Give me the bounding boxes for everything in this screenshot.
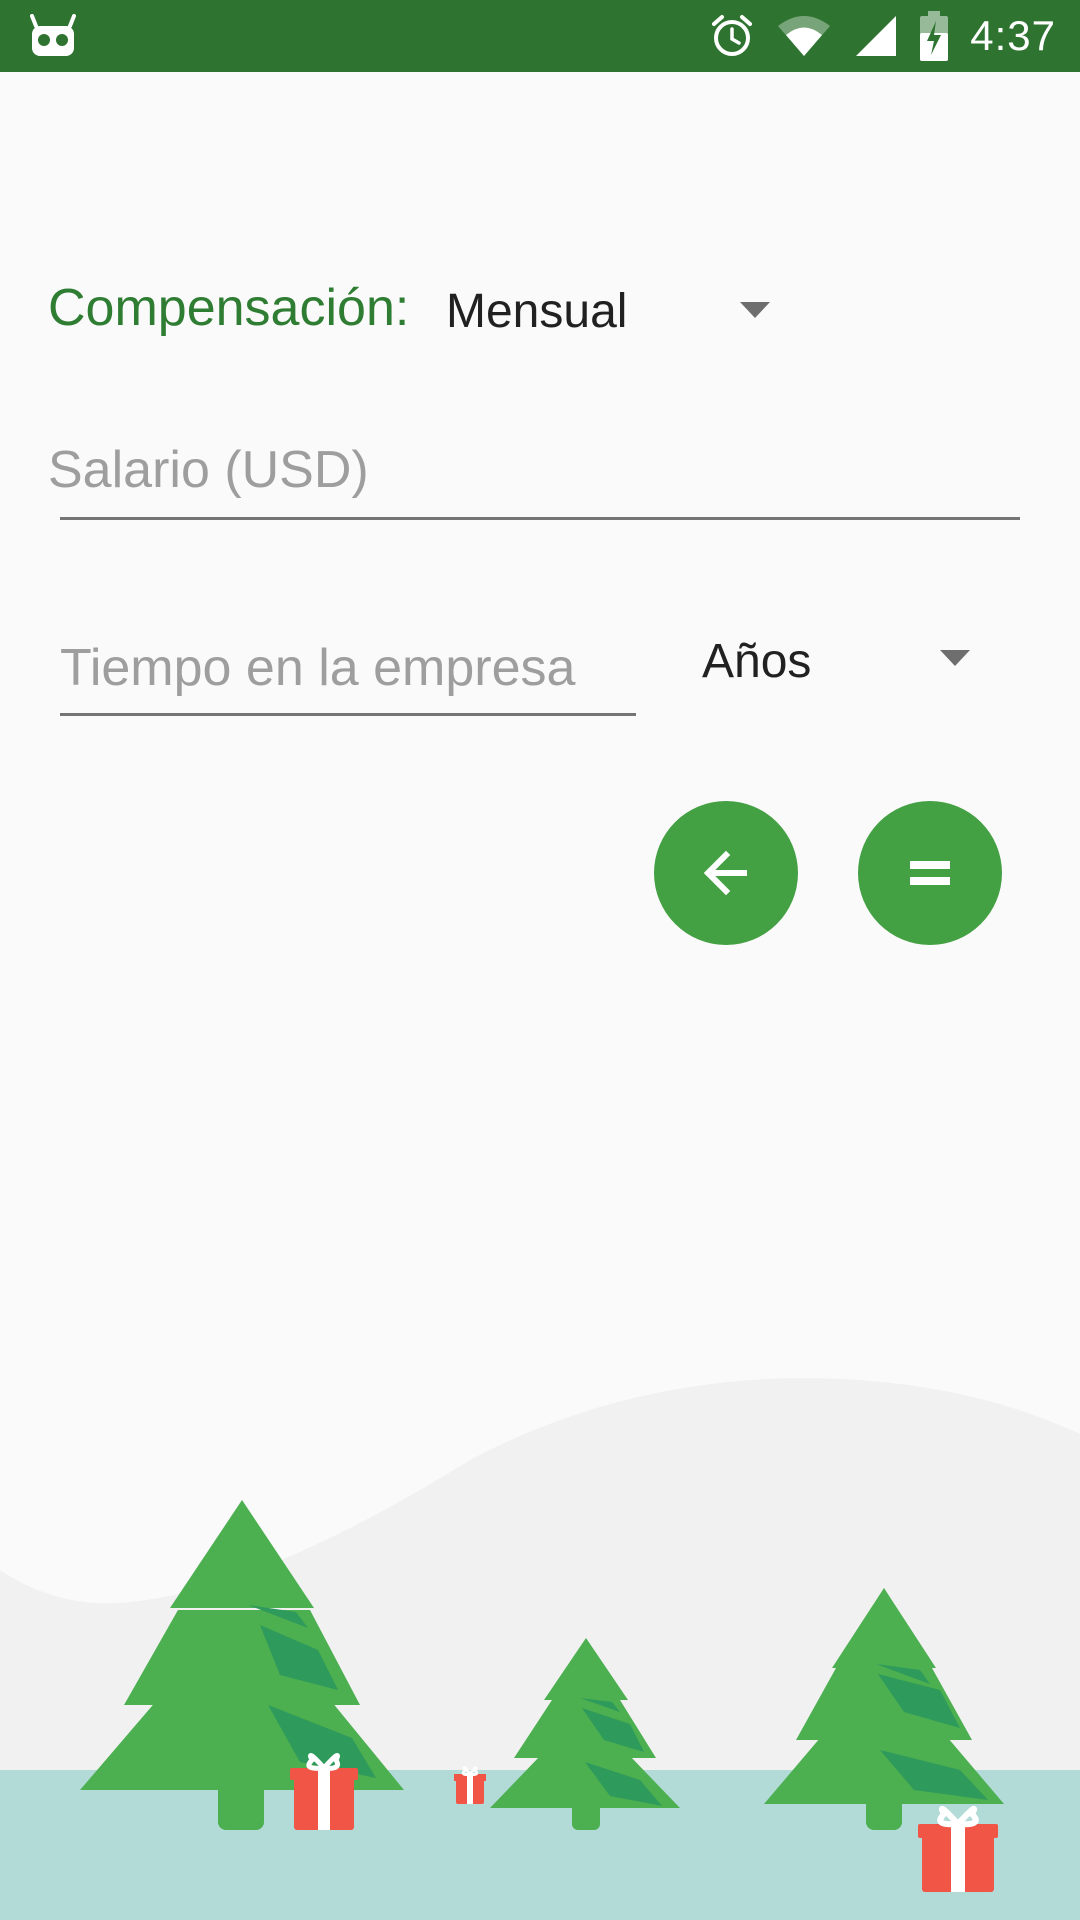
status-bar: 4:37 (0, 0, 1080, 72)
tenure-unit-selected-value: Años (702, 635, 812, 688)
tenure-placeholder: Tiempo en la empresa (60, 639, 576, 697)
screen: 4:37 Compensación: Mensual Salario (USD)… (0, 0, 1080, 1920)
compensation-selected-value: Mensual (446, 285, 628, 338)
tenure-unit-dropdown[interactable]: Años (690, 620, 980, 700)
tenure-input[interactable]: Tiempo en la empresa (48, 630, 636, 716)
alarm-icon (712, 15, 753, 56)
compensation-dropdown[interactable]: Mensual (432, 266, 784, 356)
back-button[interactable] (654, 801, 798, 945)
status-time: 4:37 (970, 12, 1056, 59)
christmas-scene-illustration (0, 1378, 1080, 1920)
salary-underline (60, 517, 1020, 520)
android-notification-icon (30, 14, 76, 56)
dropdown-arrow-icon (940, 650, 970, 666)
tenure-underline (60, 713, 636, 716)
compensation-label: Compensación: (48, 279, 410, 337)
salary-placeholder: Salario (USD) (48, 441, 369, 499)
arrow-left-icon (703, 850, 747, 896)
battery-charging-icon (920, 11, 949, 61)
salary-input[interactable]: Salario (USD) (48, 430, 1020, 520)
equals-icon (910, 861, 950, 885)
cell-signal-icon (856, 16, 897, 56)
equals-button[interactable] (858, 801, 1002, 945)
wifi-icon (778, 16, 831, 56)
dropdown-arrow-icon (740, 302, 770, 318)
